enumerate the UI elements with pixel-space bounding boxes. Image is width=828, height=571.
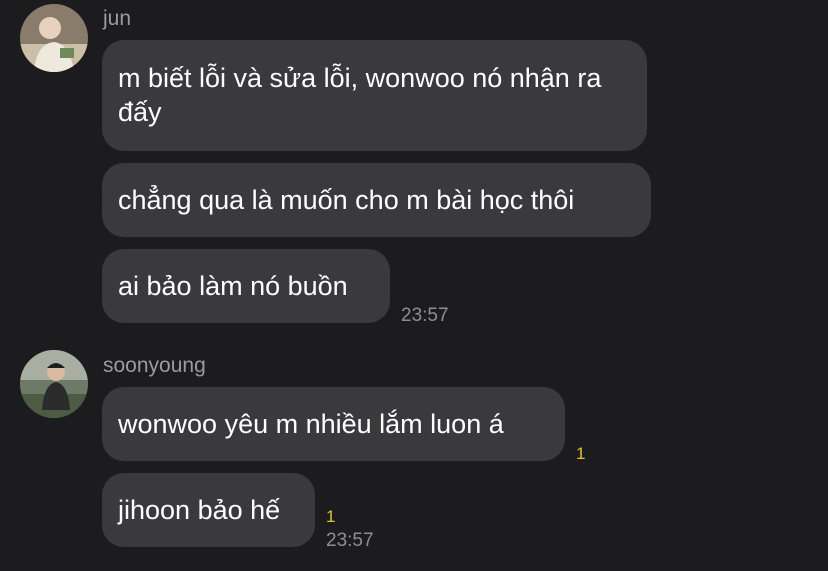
message-bubble[interactable]: chẳng qua là muốn cho m bài học thôi — [102, 163, 651, 237]
avatar-soonyoung[interactable] — [20, 350, 88, 418]
message-text: wonwoo yêu m nhiều lắm luon á — [118, 409, 504, 439]
message-bubble[interactable]: wonwoo yêu m nhiều lắm luon á — [102, 387, 565, 461]
message-text: chẳng qua là muốn cho m bài học thôi — [118, 185, 575, 215]
sender-name-jun: jun — [103, 7, 132, 30]
message-text: m biết lỗi và sửa lỗi, wonwoo nó nhận ra… — [118, 63, 602, 127]
message-timestamp: 23:57 — [326, 530, 374, 551]
message-text: jihoon bảo hế — [118, 495, 281, 525]
unread-count: 1 — [576, 444, 586, 463]
message-text: ai bảo làm nó buồn — [118, 271, 348, 301]
message-timestamp: 23:57 — [401, 305, 449, 326]
message-bubble[interactable]: jihoon bảo hế — [102, 473, 315, 547]
unread-count: 1 — [326, 507, 336, 526]
message-bubble[interactable]: ai bảo làm nó buồn — [102, 249, 390, 323]
avatar-jun[interactable] — [20, 4, 88, 72]
sender-name-soonyoung: soonyoung — [103, 354, 206, 377]
message-bubble[interactable]: m biết lỗi và sửa lỗi, wonwoo nó nhận ra… — [102, 40, 647, 151]
